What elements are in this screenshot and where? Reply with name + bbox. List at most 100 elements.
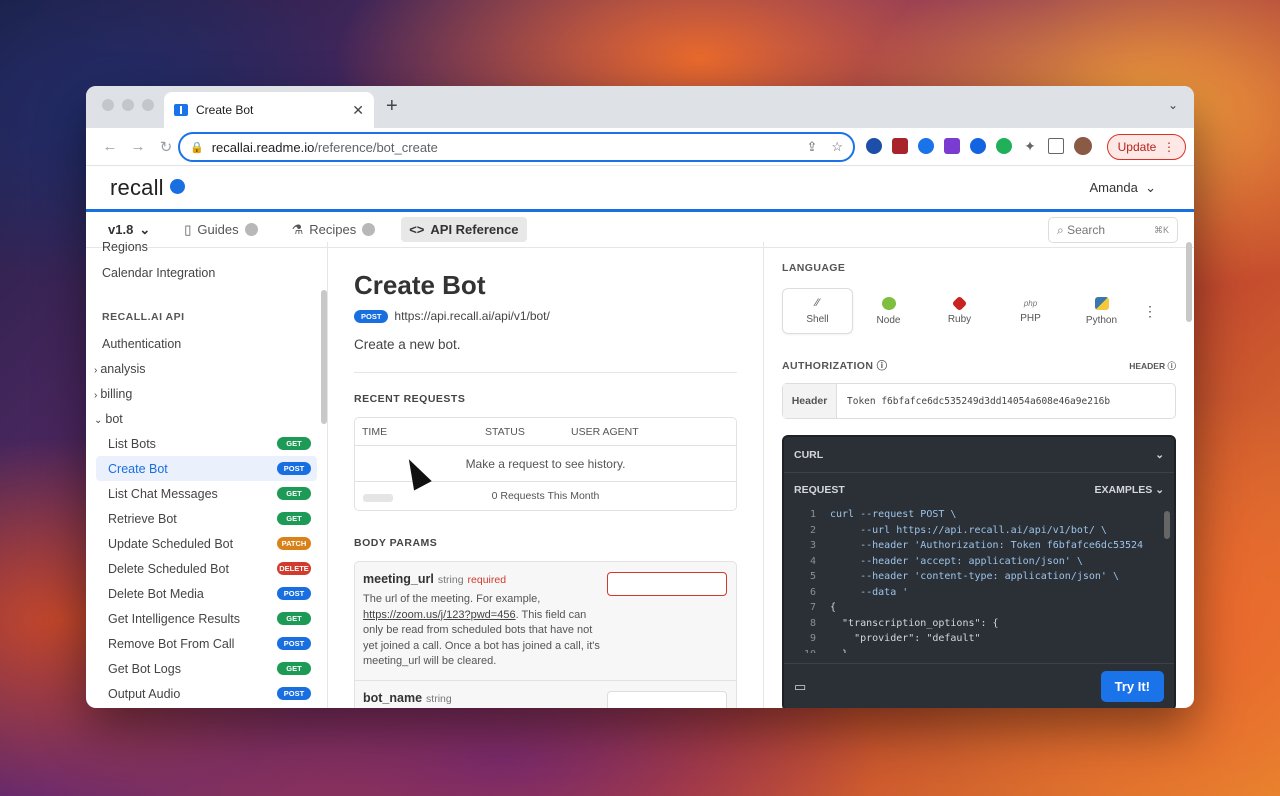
language-python[interactable]: Python: [1066, 288, 1137, 334]
sidebar-group-analysis[interactable]: › analysis: [94, 356, 317, 381]
globe-icon: [244, 223, 258, 236]
address-bar[interactable]: 🔒 recallai.readme.io/reference/bot_creat…: [178, 132, 855, 162]
search-icon: ⌕: [1057, 222, 1064, 237]
code-scrollbar[interactable]: [1164, 511, 1170, 539]
meeting-url-input[interactable]: [607, 572, 727, 596]
circle-extension-icon[interactable]: [970, 138, 986, 154]
param-type: string: [426, 692, 452, 705]
bot-name-input[interactable]: [607, 690, 727, 708]
sidebar-item-delete-bot-media[interactable]: Delete Bot Media POST: [102, 581, 317, 606]
back-icon[interactable]: ←: [96, 138, 124, 155]
book-icon: ▯: [184, 221, 192, 237]
shield-extension-icon[interactable]: [892, 138, 908, 154]
profile-avatar[interactable]: [1074, 137, 1092, 155]
logo-dot-icon: [169, 178, 185, 194]
sidebar-section-title: RECALL.AI API: [102, 311, 185, 323]
ruby-icon: [951, 295, 968, 311]
sidebar-group-bot[interactable]: ⌄ bot: [94, 406, 317, 431]
method-badge: GET: [277, 487, 311, 500]
docs-search[interactable]: ⌕ Search ⌘K: [1048, 217, 1178, 243]
sidebar-scrollbar[interactable]: [321, 290, 327, 424]
extensions-area: ✦: [866, 137, 1092, 155]
sidebar-item-retrieve-bot[interactable]: Retrieve Bot GET: [102, 506, 317, 531]
nav-recipes[interactable]: ⚗ Recipes: [284, 217, 384, 243]
sidebar-item-calendar-integration[interactable]: Calendar Integration: [102, 260, 317, 285]
version-selector[interactable]: v1.8 ⌄: [100, 217, 158, 243]
sidebar-item-delete-scheduled-bot[interactable]: Delete Scheduled Bot DELETE: [102, 556, 317, 581]
new-tab-button[interactable]: +: [386, 95, 398, 118]
twitch-extension-icon[interactable]: [944, 138, 960, 154]
example-link[interactable]: https://zoom.us/j/123?pwd=456: [363, 609, 516, 621]
param-name: meeting_url: [363, 572, 434, 586]
shell-icon: ⁄⁄: [815, 297, 820, 309]
sidebar-item-list-bots[interactable]: List Bots GET: [102, 431, 317, 456]
tab-search-icon[interactable]: ⌄: [1168, 98, 1178, 112]
code-line: 2 --url https://api.recall.ai/api/v1/bot…: [790, 523, 1174, 539]
share-icon[interactable]: ⇪: [806, 139, 817, 155]
line-number: 2: [809, 524, 816, 536]
auth-token-field[interactable]: Header Token f6bfafce6dc535249d3dd14054a…: [782, 383, 1176, 419]
sidebar-item-label: Authentication: [102, 336, 182, 351]
auth-header-key: Header: [783, 384, 837, 418]
sidebar-item-authentication[interactable]: Authentication: [102, 331, 317, 356]
reload-icon[interactable]: ↻: [152, 138, 180, 156]
logo-text: recall: [110, 174, 164, 200]
sidebar-item-list-chat-messages[interactable]: List Chat Messages GET: [102, 481, 317, 506]
param-name: bot_name: [363, 690, 423, 705]
window-controls[interactable]: [102, 99, 154, 111]
auth-token-value[interactable]: Token f6bfafce6dc535249d3dd14054a608e46a…: [837, 396, 1110, 407]
code-text: --data ': [830, 586, 909, 598]
sidebar-item-label: Retrieve Bot: [108, 511, 177, 526]
endpoint-url[interactable]: https://api.recall.ai/api/v1/bot/: [394, 309, 549, 323]
line-number: 9: [809, 633, 816, 644]
more-languages-icon[interactable]: ⋮: [1143, 303, 1157, 320]
code-icon: <>: [409, 222, 425, 237]
try-it-button[interactable]: Try It!: [1100, 671, 1164, 702]
sidebar-item-label: Remove Bot From Call: [108, 636, 235, 651]
code-text: --header 'Authorization: Token f6bfafce6…: [830, 540, 1144, 551]
lock-icon[interactable]: 🔒: [190, 141, 204, 154]
sidebar-item-update-scheduled-bot[interactable]: Update Scheduled Bot PATCH: [102, 531, 317, 556]
header-type[interactable]: HEADER ⓘ: [1129, 360, 1176, 372]
page-scrollbar[interactable]: [1186, 242, 1192, 322]
sidebar-item-create-bot[interactable]: Create Bot POST: [96, 456, 317, 481]
extension-icon[interactable]: [918, 138, 934, 154]
sidebar-item-get-intelligence-results[interactable]: Get Intelligence Results GET: [102, 606, 317, 631]
language-node[interactable]: Node: [853, 288, 924, 334]
close-tab-icon[interactable]: ✕: [352, 102, 364, 119]
sidebar-item-regions[interactable]: Regions: [102, 242, 317, 254]
curl-header[interactable]: CURL ⌄: [784, 437, 1174, 473]
browser-tab[interactable]: Create Bot ✕: [164, 92, 374, 128]
code-text: --url https://api.recall.ai/api/v1/bot/ …: [830, 524, 1107, 536]
recall-logo[interactable]: recall: [110, 175, 185, 201]
search-shortcut: ⌘K: [1153, 224, 1169, 235]
code-block[interactable]: 1 curl --request POST \ 2 --url https://ap…: [784, 507, 1174, 653]
help-icon[interactable]: ⓘ: [877, 360, 888, 372]
sidebar-group-billing[interactable]: › billing: [94, 381, 317, 406]
nav-guides[interactable]: ▯ Guides: [176, 217, 265, 243]
examples-dropdown[interactable]: EXAMPLES ⌄: [1095, 484, 1164, 496]
language-shell[interactable]: ⁄⁄ Shell: [782, 288, 853, 334]
param-description: The url of the meeting. For example, htt…: [363, 592, 601, 670]
sidebar-item-remove-bot-from-call[interactable]: Remove Bot From Call POST: [102, 631, 317, 656]
sidebar-item-output-audio[interactable]: Output Audio POST: [102, 681, 317, 706]
language-php[interactable]: php PHP: [995, 288, 1066, 334]
update-button[interactable]: Update ⋮: [1106, 134, 1186, 160]
sidebar-item-get-bot-logs[interactable]: Get Bot Logs GET: [102, 656, 317, 681]
bookmark-star-icon[interactable]: ☆: [831, 139, 843, 155]
update-label: Update: [1117, 140, 1157, 154]
onepassword-extension-icon[interactable]: [866, 138, 882, 154]
language-label: Shell: [806, 314, 829, 325]
user-menu[interactable]: Amanda ⌄: [1089, 180, 1156, 196]
puzzle-extensions-icon[interactable]: ✦: [1022, 138, 1038, 154]
check-extension-icon[interactable]: [996, 138, 1012, 154]
nav-api-reference[interactable]: <> API Reference: [401, 217, 527, 242]
line-number: 7: [809, 602, 816, 613]
body-params-title: BODY PARAMS: [354, 537, 438, 549]
code-panel: LANGUAGE ⁄⁄ Shell Node Ruby php PHP Python…: [764, 242, 1194, 708]
examples-label: EXAMPLES: [1094, 484, 1153, 496]
forward-icon[interactable]: →: [124, 138, 152, 155]
language-ruby[interactable]: Ruby: [924, 288, 995, 334]
clipboard-icon[interactable]: ▭: [794, 679, 806, 695]
side-panel-icon[interactable]: [1048, 138, 1064, 154]
